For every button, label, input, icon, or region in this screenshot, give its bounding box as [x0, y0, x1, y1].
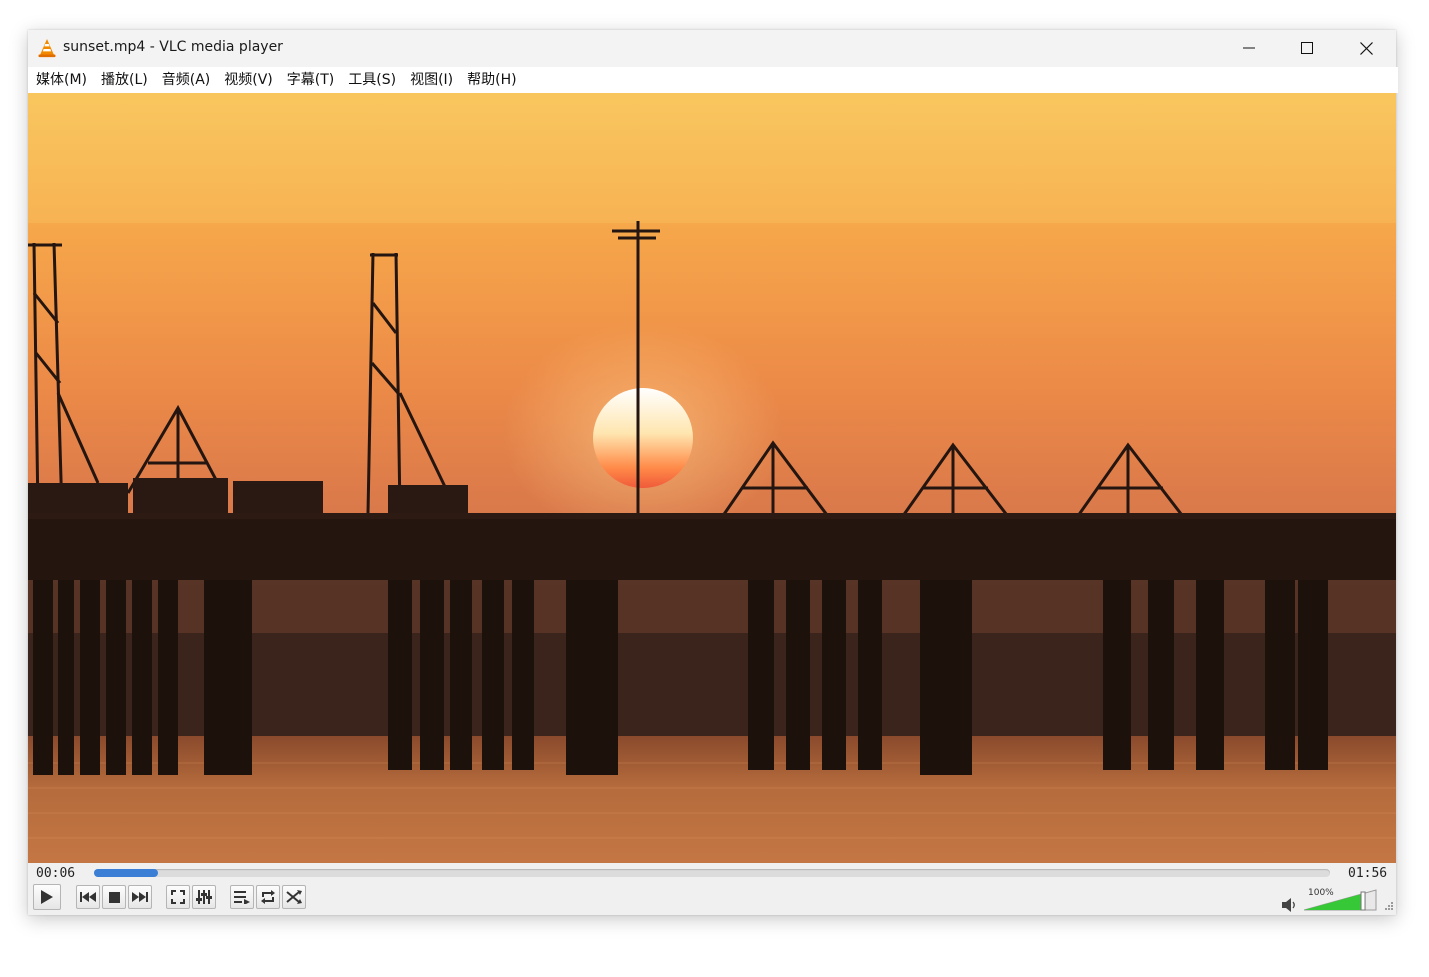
- next-button[interactable]: [128, 885, 152, 909]
- window-title: sunset.mp4 - VLC media player: [63, 39, 283, 55]
- fullscreen-button[interactable]: [166, 885, 190, 909]
- menu-audio[interactable]: 音频(A): [156, 67, 219, 93]
- speaker-icon[interactable]: [1282, 898, 1296, 912]
- shuffle-button[interactable]: [282, 885, 306, 909]
- minimize-icon: [1243, 47, 1255, 49]
- fullscreen-icon: [171, 890, 185, 904]
- elapsed-time[interactable]: 00:06: [36, 866, 75, 881]
- play-button[interactable]: [33, 884, 61, 910]
- vlc-window: sunset.mp4 - VLC media player 媒体(M) 播放(L…: [28, 30, 1398, 915]
- volume-slider[interactable]: [1304, 888, 1378, 912]
- menu-view[interactable]: 视图(I): [404, 67, 461, 93]
- menu-playback[interactable]: 播放(L): [95, 67, 156, 93]
- extended-settings-icon: [196, 890, 212, 904]
- menu-media[interactable]: 媒体(M): [30, 67, 95, 93]
- minimize-button[interactable]: [1220, 30, 1278, 66]
- previous-button[interactable]: [76, 885, 100, 909]
- video-display[interactable]: [28, 93, 1396, 863]
- stop-icon: [108, 891, 120, 903]
- extended-settings-button[interactable]: [192, 885, 216, 909]
- control-bar: 100%: [28, 884, 1396, 915]
- title-bar[interactable]: sunset.mp4 - VLC media player: [28, 30, 1396, 67]
- shuffle-icon: [286, 890, 302, 904]
- total-time[interactable]: 01:56: [1348, 866, 1387, 881]
- previous-icon: [80, 892, 96, 902]
- seek-row: 00:06 01:56: [28, 863, 1396, 885]
- video-frame: [28, 93, 1396, 863]
- seek-slider[interactable]: [94, 869, 1330, 877]
- menu-tools[interactable]: 工具(S): [342, 67, 404, 93]
- playlist-icon: [234, 891, 250, 904]
- resize-grip-icon[interactable]: [1384, 901, 1394, 911]
- stop-button[interactable]: [102, 885, 126, 909]
- menu-help[interactable]: 帮助(H): [461, 67, 524, 93]
- close-icon: [1359, 41, 1373, 55]
- maximize-icon: [1301, 42, 1313, 54]
- menu-video[interactable]: 视频(V): [218, 67, 281, 93]
- menu-bar: 媒体(M) 播放(L) 音频(A) 视频(V) 字幕(T) 工具(S) 视图(I…: [28, 67, 1398, 93]
- maximize-button[interactable]: [1278, 30, 1336, 66]
- close-button[interactable]: [1337, 30, 1395, 66]
- menu-subtitle[interactable]: 字幕(T): [281, 67, 342, 93]
- loop-button[interactable]: [256, 885, 280, 909]
- playlist-button[interactable]: [230, 885, 254, 909]
- loop-icon: [261, 890, 275, 904]
- play-icon: [41, 890, 53, 904]
- vlc-cone-icon: [38, 39, 56, 58]
- volume-handle[interactable]: [1360, 891, 1366, 911]
- seek-progress-fill: [94, 869, 159, 877]
- next-icon: [132, 892, 148, 902]
